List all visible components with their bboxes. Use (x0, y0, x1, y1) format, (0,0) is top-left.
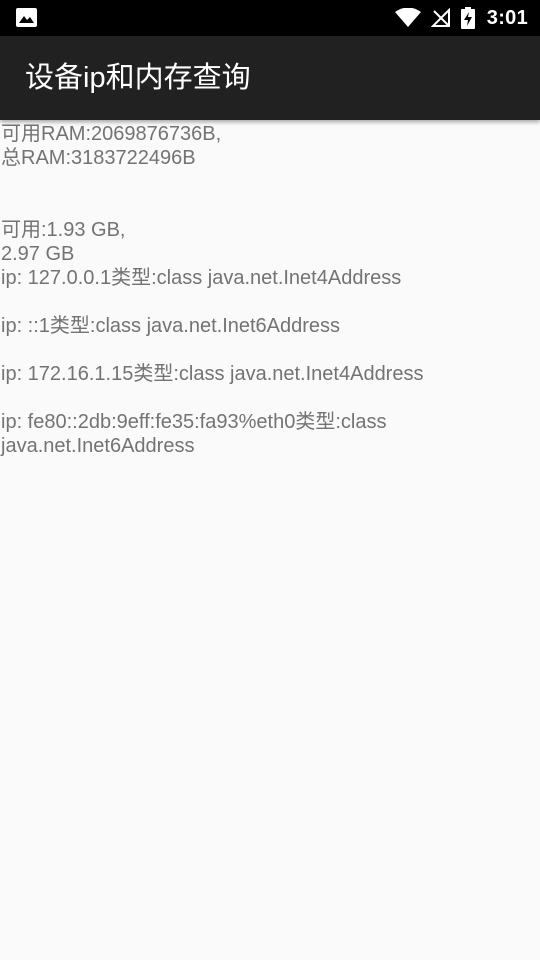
status-icons: 3:01 (394, 0, 528, 36)
ram-available-text: 可用RAM:2069876736B, (1, 123, 222, 145)
no-signal-icon (430, 8, 451, 28)
mem-available-text: 可用:1.93 GB, (1, 219, 126, 241)
app-bar: 设备ip和内存查询 (0, 36, 540, 120)
ram-total-text: 总RAM:3183722496B (1, 147, 196, 169)
ip-line-2: ip: ::1类型:class java.net.Inet6Address (1, 315, 341, 337)
battery-charging-icon (460, 7, 475, 29)
wifi-icon (394, 8, 421, 28)
ip-line-4: ip: fe80::2db:9eff:fe35:fa93%eth0类型:clas… (1, 411, 393, 457)
ip-line-1: ip: 127.0.0.1类型:class java.net.Inet4Addr… (1, 267, 402, 289)
mem-total-text: 2.97 GB (1, 243, 75, 265)
info-text: 可用RAM:2069876736B, 总RAM:3183722496B 可用:1… (1, 122, 531, 458)
ip-line-3: ip: 172.16.1.15类型:class java.net.Inet4Ad… (1, 363, 424, 385)
page-title: 设备ip和内存查询 (25, 62, 251, 94)
image-notification-icon (16, 8, 37, 27)
status-bar: 3:01 (0, 0, 540, 36)
status-time: 3:01 (486, 6, 528, 29)
